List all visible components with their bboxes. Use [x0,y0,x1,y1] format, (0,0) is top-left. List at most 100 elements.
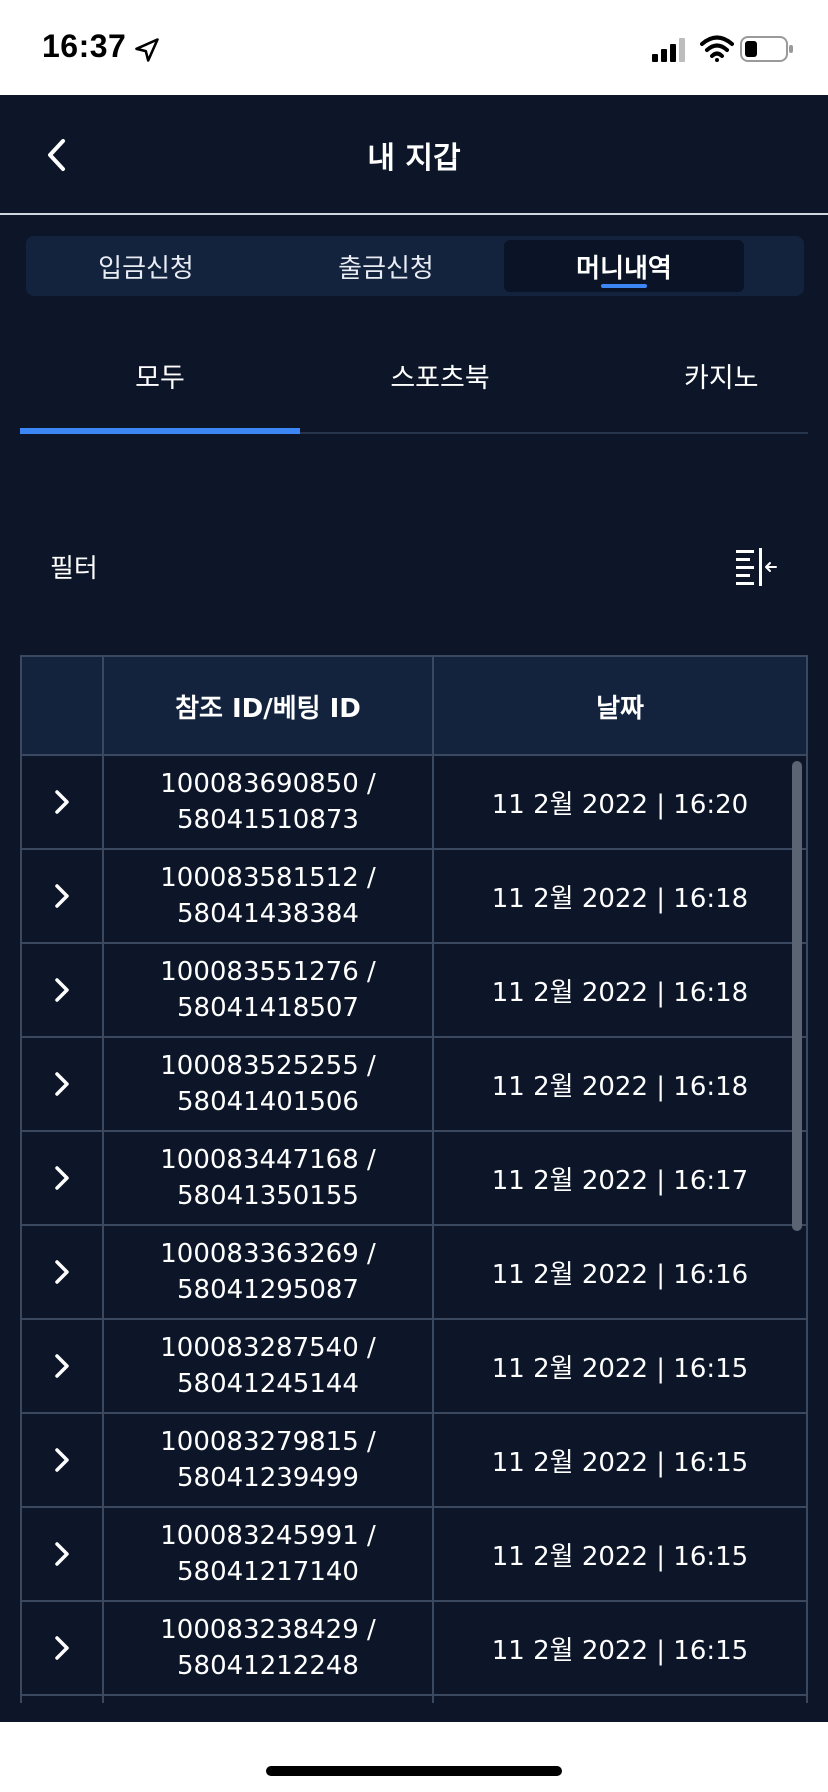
chevron-right-icon [55,1072,69,1096]
table-row[interactable]: 100083245991 / 58041217140 11 2월 2022 | 16… [22,1508,806,1602]
reference-id: 100083551276 / [160,957,376,987]
tab-deposit-request[interactable]: 입금신청 [30,240,262,292]
table-row[interactable]: 100083690850 / 58041510873 11 2월 2022 | 16… [22,756,806,850]
chevron-right-icon [55,978,69,1002]
expand-row-button[interactable] [22,1132,102,1224]
column-header-expand [22,657,102,756]
ref-bet-id-cell: 100083551276 / 58041418507 [104,944,432,1036]
reference-id: 100083238429 / [160,1615,376,1645]
chevron-right-icon [55,1636,69,1660]
bet-id: 58041401506 [177,1087,359,1117]
date-cell: 11 2월 2022 | 16:17 [491,1165,749,1196]
home-indicator-area [0,1722,828,1792]
ref-bet-id-cell: 100083363269 / 58041295087 [104,1226,432,1318]
table-row[interactable]: 100083363269 / 58041295087 11 2월 2022 | 16… [22,1226,806,1320]
category-tabs: 모두 스포츠북 카지노 [20,340,808,434]
bet-id: 58041510873 [177,805,359,835]
expand-row-button[interactable] [22,1226,102,1318]
table-header: 참조 ID/베팅 ID 날짜 [22,655,806,756]
filter-label: 필터 [50,554,98,584]
status-bar: 16:37 [0,0,828,95]
tab-label: 출금신청 [338,253,434,284]
bet-id: 58041295087 [177,1275,359,1305]
date-cell: 11 2월 2022 | 16:16 [491,1259,749,1290]
bet-id: 58041217140 [177,1557,359,1587]
bet-id: 58041245144 [177,1369,359,1399]
reference-id: 100083279815 / [160,1427,376,1457]
expand-row-button[interactable] [22,944,102,1036]
chevron-right-icon [55,1448,69,1472]
date-cell: 11 2월 2022 | 16:18 [491,977,749,1008]
tab-all[interactable]: 모두 [20,340,300,434]
ref-bet-id-cell: 100083447168 / 58041350155 [104,1132,432,1224]
date-cell: 11 2월 2022 | 16:15 [491,1635,749,1666]
active-tab-indicator [601,284,647,288]
bet-id: 58041418507 [177,993,359,1023]
date-cell: 11 2월 2022 | 16:20 [491,789,749,820]
expand-row-button[interactable] [22,1038,102,1130]
table-row[interactable]: 100083279815 / 58041239499 11 2월 2022 | 16… [22,1414,806,1508]
tab-money-history[interactable]: 머니내역 [504,240,744,292]
table-row[interactable]: 100083287540 / 58041245144 11 2월 2022 | 16… [22,1320,806,1414]
ref-bet-id-cell: 100083581512 / 58041438384 [104,850,432,942]
tab-label: 카지노 [684,363,759,394]
expand-row-button[interactable] [22,756,102,848]
column-header-ref-id: 참조 ID/베팅 ID [175,694,361,724]
chevron-right-icon [55,790,69,814]
reference-id: 100083287540 / [160,1333,376,1363]
bet-id: 58041350155 [177,1181,359,1211]
table-row[interactable]: 100083238429 / 58041212248 11 2월 2022 | 16… [22,1602,806,1696]
table-row[interactable]: 100083551276 / 58041418507 11 2월 2022 | 16… [22,944,806,1038]
ref-bet-id-cell: 100083279815 / 58041239499 [104,1414,432,1506]
column-header-date: 날짜 [596,694,644,724]
reference-id: 100083245991 / [160,1521,376,1551]
reference-id: 100083690850 / [160,769,376,799]
wallet-tabs: 입금신청 출금신청 머니내역 [26,236,804,296]
ref-bet-id-cell: 100083287540 / 58041245144 [104,1320,432,1412]
tab-casino[interactable]: 카지노 [580,340,828,434]
date-cell: 11 2월 2022 | 16:18 [491,1071,749,1102]
bet-id: 58041438384 [177,899,359,929]
ref-bet-id-cell: 100083238429 / 58041212248 [104,1602,432,1694]
expand-row-button[interactable] [22,1414,102,1506]
reference-id: 100083363269 / [160,1239,376,1269]
page-title: 내 지갑 [367,141,461,176]
tab-label: 모두 [135,363,185,394]
chevron-right-icon [55,1166,69,1190]
tab-withdraw-request[interactable]: 출금신청 [266,240,506,292]
reference-id: 100083581512 / [160,863,376,893]
date-cell: 11 2월 2022 | 16:15 [491,1353,749,1384]
ref-bet-id-cell: 100083690850 / 58041510873 [104,756,432,848]
expand-row-button[interactable] [22,1508,102,1600]
chevron-right-icon [55,1542,69,1566]
cellular-signal-icon [652,38,685,62]
date-cell: 11 2월 2022 | 16:18 [491,883,749,914]
app-header: 내 지갑 [0,95,828,215]
transaction-table: 참조 ID/베팅 ID 날짜 100083690850 / 58041510873… [20,655,808,1703]
date-cell: 11 2월 2022 | 16:15 [491,1447,749,1478]
expand-row-button[interactable] [22,1602,102,1694]
table-row[interactable]: 100083581512 / 58041438384 11 2월 2022 | 16… [22,850,806,944]
ref-bet-id-cell: 100083245991 / 58041217140 [104,1508,432,1600]
chevron-right-icon [55,1260,69,1284]
table-row[interactable]: 100083525255 / 58041401506 11 2월 2022 | 16… [22,1038,806,1132]
ref-bet-id-cell: 100083525255 / 58041401506 [104,1038,432,1130]
chevron-right-icon [55,884,69,908]
table-scrollbar[interactable] [792,761,802,1231]
column-divider [102,655,104,1703]
chevron-right-icon [55,1354,69,1378]
tab-label: 머니내역 [576,253,672,284]
filter-collapse-icon[interactable] [732,546,778,586]
table-row[interactable]: 100083447168 / 58041350155 11 2월 2022 | 16… [22,1132,806,1226]
wifi-icon [700,35,734,62]
location-arrow-icon [135,38,159,62]
expand-row-button[interactable] [22,850,102,942]
active-category-indicator [20,428,300,434]
tab-label: 스포츠북 [390,363,490,394]
home-indicator[interactable] [266,1766,562,1776]
bet-id: 58041239499 [177,1463,359,1493]
battery-icon [740,36,793,62]
tab-sportsbook[interactable]: 스포츠북 [300,340,580,434]
expand-row-button[interactable] [22,1320,102,1412]
column-divider [432,655,434,1703]
